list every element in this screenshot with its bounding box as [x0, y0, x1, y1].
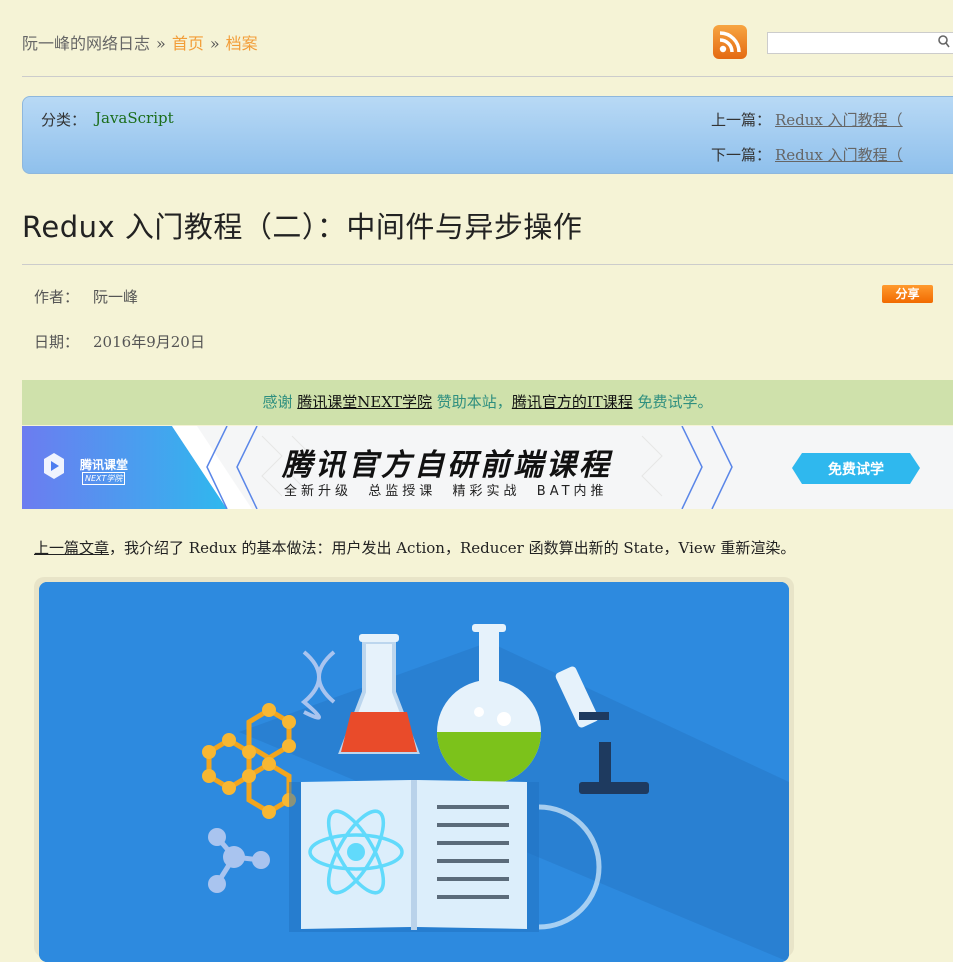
date-label: 日期：	[34, 333, 80, 351]
category-nav-box: 分类： JavaScript 上一篇： Redux 入门教程（ 下一篇： Red…	[22, 96, 953, 174]
search-icon[interactable]	[938, 35, 950, 53]
sponsor-tail-text: 免费试学。	[637, 393, 713, 411]
article-illustration-frame	[34, 577, 794, 962]
category-link[interactable]: JavaScript	[95, 109, 174, 127]
page-title: Redux 入门教程（二）：中间件与异步操作	[22, 210, 583, 244]
next-article-link[interactable]: Redux 入门教程（	[775, 144, 903, 165]
next-article-label: 下一篇：	[711, 146, 772, 164]
prev-article-link[interactable]: Redux 入门教程（	[775, 109, 903, 130]
date-value: 2016年9月20日	[93, 333, 205, 351]
banner-cta-button[interactable]: 免费试学	[828, 459, 884, 479]
sponsor-link[interactable]: 腾讯课堂NEXT学院	[297, 393, 432, 411]
search-input[interactable]	[767, 32, 953, 54]
prev-article-inline-link[interactable]: 上一篇文章	[34, 539, 109, 557]
banner-headline: 腾讯官方自研前端课程	[282, 448, 612, 483]
author-label: 作者：	[34, 288, 80, 306]
sponsor-middle-text: 赞助本站，	[436, 393, 512, 411]
rss-feed-icon[interactable]	[713, 25, 747, 59]
author-name: 阮一峰	[93, 288, 139, 306]
prev-article-label: 上一篇：	[711, 111, 772, 129]
breadcrumb-separator: »	[209, 34, 220, 53]
intro-paragraph: 上一篇文章，我介绍了 Redux 的基本做法：用户发出 Action，Reduc…	[34, 537, 795, 558]
sponsor-notice: 感谢 腾讯课堂NEXT学院 赞助本站，腾讯官方的IT课程 免费试学。	[22, 380, 953, 425]
banner-logo-text: 腾讯课堂	[80, 458, 129, 472]
category-label: 分类：	[41, 111, 87, 129]
banner-logo-sub: NEXT学院	[82, 472, 126, 485]
breadcrumb: 阮一峰的网络日志 » 首页 » 档案	[22, 30, 258, 54]
banner-subline: 全新升级 总监授课 精彩实战 BAT内推	[284, 484, 608, 499]
divider	[22, 76, 953, 77]
article-illustration	[39, 582, 789, 962]
site-name-link[interactable]: 阮一峰的网络日志	[22, 34, 150, 53]
archive-link[interactable]: 档案	[226, 34, 258, 53]
divider	[22, 264, 953, 265]
date-row: 日期： 2016年9月20日	[34, 331, 205, 352]
sponsor-thanks: 感谢	[262, 393, 293, 411]
breadcrumb-separator: »	[156, 34, 166, 53]
home-link[interactable]: 首页	[172, 34, 204, 53]
share-button[interactable]: 分享	[882, 285, 933, 303]
ad-banner[interactable]: 腾讯课堂 NEXT学院 腾讯官方自研前端课程 全新升级 总监授课 精彩实战 BA…	[22, 426, 953, 509]
course-link[interactable]: 腾讯官方的IT课程	[512, 393, 633, 411]
intro-text: ，我介绍了 Redux 的基本做法：用户发出 Action，Reducer 函数…	[109, 539, 796, 557]
author-row: 作者： 阮一峰	[34, 286, 138, 307]
